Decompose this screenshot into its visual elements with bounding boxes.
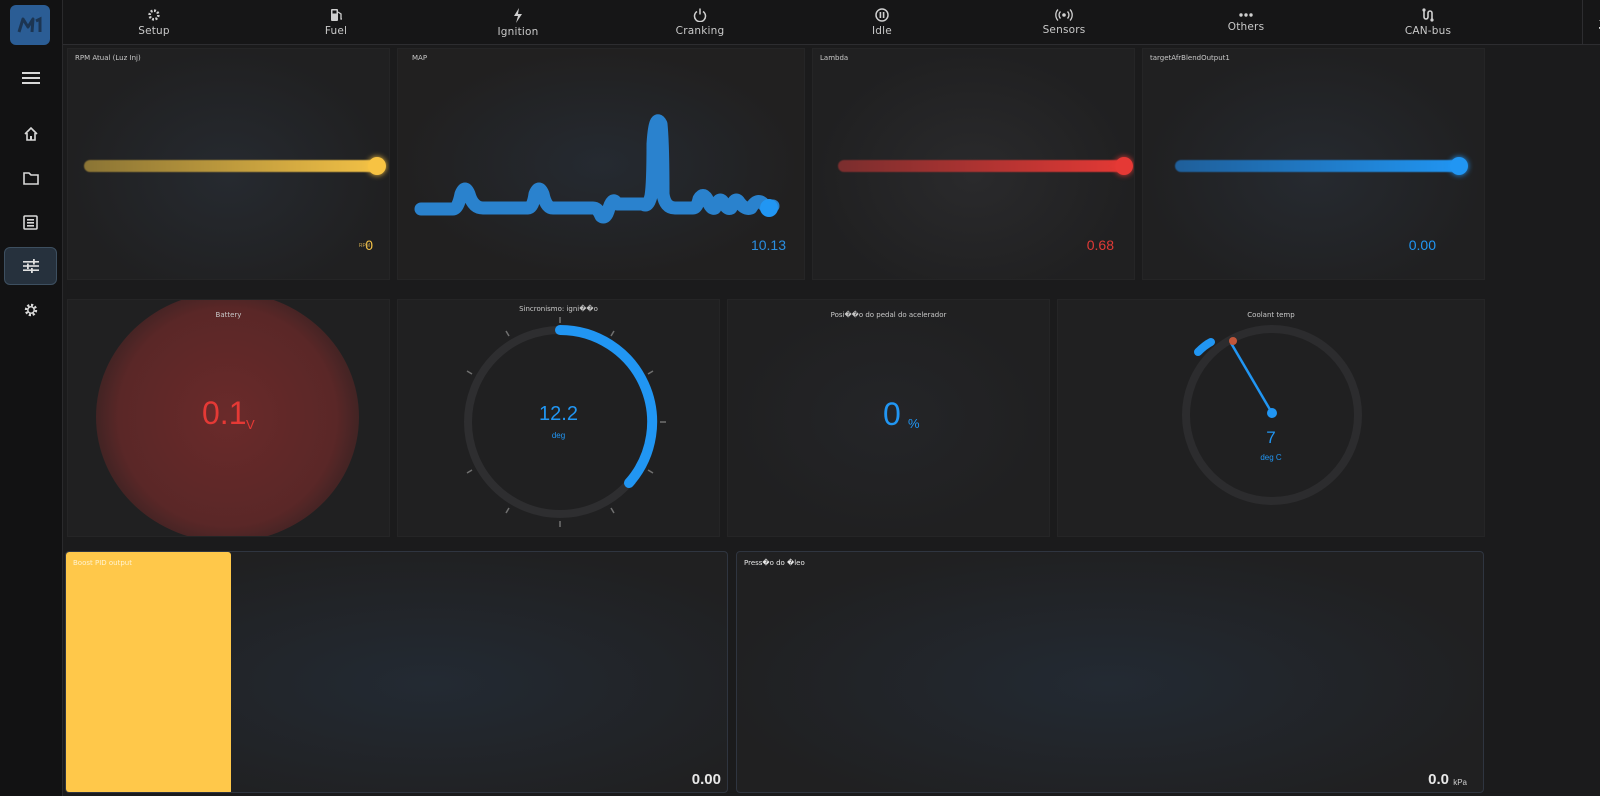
panel-title: Battery: [215, 311, 242, 319]
logo-icon: [17, 16, 42, 33]
pedal-value: 0: [883, 396, 901, 432]
panel-title: Press�o do �leo: [744, 559, 805, 567]
boost-pid-panel: Boost PID output 0.00: [65, 551, 728, 793]
broadcast-icon: [1055, 9, 1073, 21]
battery-panel: Battery 0.1 V: [67, 299, 390, 537]
tab-label: CAN-bus: [1404, 25, 1452, 37]
sidebar-item-home[interactable]: [4, 115, 57, 153]
lightning-icon: [514, 7, 522, 23]
tab-fuel[interactable]: Fuel: [245, 0, 427, 45]
sliders-icon: [22, 259, 39, 273]
pedal-unit: %: [908, 416, 920, 431]
gear-icon: [24, 303, 37, 317]
panel-title: Boost PID output: [73, 559, 132, 567]
battery-unit: V: [246, 417, 255, 432]
oil-pressure-unit: kPa: [1453, 778, 1467, 787]
map-value: 10.13: [750, 237, 786, 253]
sidebar-item-dashboard[interactable]: [4, 203, 57, 241]
ignition-unit: deg: [551, 431, 566, 440]
target-afr-bar: [1175, 160, 1465, 172]
power-icon: [693, 8, 707, 22]
panel-title: Lambda: [820, 54, 849, 62]
sidebar: [0, 0, 63, 796]
tab-cranking[interactable]: Cranking: [609, 0, 791, 45]
dots-icon: [1239, 13, 1253, 17]
tab-label: Ignition: [497, 25, 539, 38]
rpm-unit: RPM: [358, 243, 370, 249]
rpm-bar: [84, 160, 382, 172]
ignition-panel: Sincronismo: igni��o 12.2 deg: [397, 299, 720, 537]
tab-can-bus[interactable]: CAN-bus: [1337, 0, 1519, 45]
app-logo[interactable]: [10, 5, 50, 45]
toolbar-actions: [1582, 0, 1600, 45]
battery-value: 0.1: [202, 395, 247, 431]
tab-others[interactable]: Others: [1155, 0, 1337, 45]
coolant-unit: deg C: [1260, 453, 1282, 462]
tab-sensors[interactable]: Sensors: [973, 0, 1155, 45]
sidebar-item-folder[interactable]: [4, 159, 57, 197]
boost-pid-bar: [66, 552, 231, 792]
tab-setup[interactable]: Setup: [63, 0, 245, 45]
panel-title: Posi��o do pedal do acelerador: [830, 311, 947, 319]
fuel-pump-icon: [330, 9, 342, 21]
can-bus-icon: [1422, 8, 1434, 22]
lambda-bar-dot: [1115, 157, 1133, 175]
ignition-value: 12.2: [539, 403, 578, 425]
rpm-panel: RPM Atual (Luz Inj) 0 RPM: [67, 48, 390, 280]
sidebar-item-settings[interactable]: [4, 291, 57, 329]
sidebar-item-tune[interactable]: [4, 247, 57, 285]
lambda-bar: [838, 160, 1130, 172]
lambda-value: 0.68: [1086, 237, 1114, 253]
target-afr-panel: targetAfrBlendOutput1 0.00: [1142, 48, 1485, 280]
tab-label: Idle: [872, 25, 892, 37]
target-afr-bar-dot: [1450, 157, 1468, 175]
rpm-bar-dot: [368, 157, 386, 175]
map-sparkline: [414, 114, 780, 224]
gear-icon: [148, 9, 160, 21]
oil-pressure-value: 0.0: [1428, 771, 1449, 788]
panel-title: MAP: [412, 54, 428, 62]
coolant-dial: [1182, 325, 1362, 505]
panel-title: RPM Atual (Luz Inj): [75, 54, 141, 62]
boost-pid-value: 0.00: [691, 771, 721, 788]
panel-title: targetAfrBlendOutput1: [1150, 54, 1230, 62]
oil-pressure-panel: Press�o do �leo 0.0 kPa: [736, 551, 1484, 793]
pause-circle-icon: [875, 8, 889, 22]
tab-label: Setup: [138, 25, 170, 37]
tab-idle[interactable]: Idle: [791, 0, 973, 45]
hamburger-icon: [21, 72, 40, 84]
target-afr-value: 0.00: [1408, 237, 1436, 253]
tab-ignition[interactable]: Ignition: [427, 0, 609, 45]
coolant-value: 7: [1266, 428, 1276, 447]
panel-title: Coolant temp: [1247, 311, 1295, 319]
tab-label: Cranking: [675, 25, 725, 37]
pedal-panel: Posi��o do pedal do acelerador 0 %: [727, 299, 1050, 537]
coolant-panel: Coolant temp 7 deg C: [1057, 299, 1485, 537]
list-box-icon: [23, 214, 38, 230]
top-navigation: Setup Fuel Ignition Cranking Idle Sensor…: [63, 0, 1600, 45]
lambda-panel: Lambda 0.68: [812, 48, 1135, 280]
tab-label: Others: [1227, 21, 1265, 33]
upload-button[interactable]: [1593, 11, 1600, 33]
tab-label: Fuel: [324, 25, 348, 37]
tab-label: Sensors: [1042, 24, 1086, 36]
home-icon: [23, 126, 38, 141]
map-panel: MAP 10.13: [397, 48, 805, 280]
menu-button[interactable]: [4, 59, 57, 97]
folder-icon: [22, 172, 39, 185]
